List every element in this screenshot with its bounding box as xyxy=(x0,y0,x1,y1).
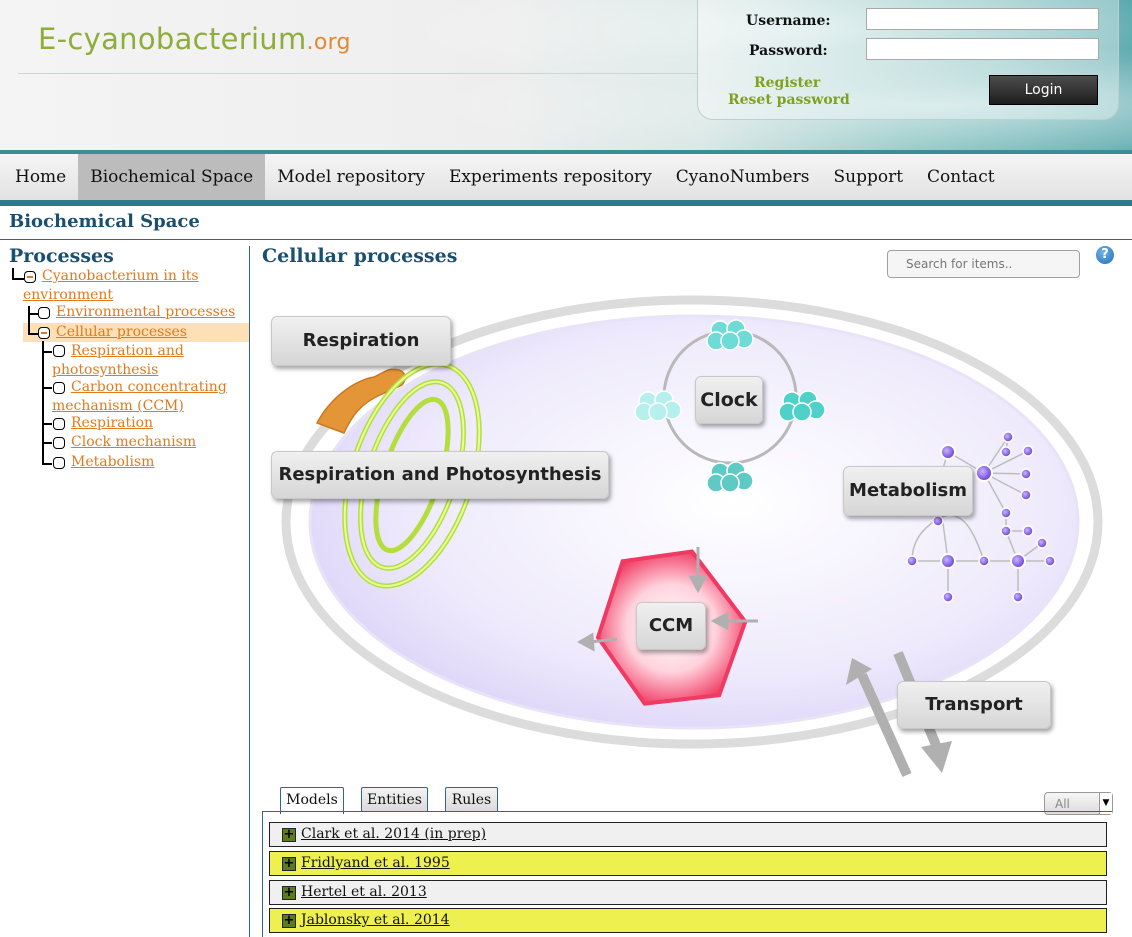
model-name[interactable]: Clark et al. 2014 (in prep) xyxy=(301,826,486,842)
diagram-label-respiration-photosynthesis[interactable]: Respiration and Photosynthesis xyxy=(271,451,609,499)
tab-rules[interactable]: Rules xyxy=(445,787,498,812)
tree-node-icon[interactable] xyxy=(53,345,65,357)
tab-entities[interactable]: Entities xyxy=(361,787,428,812)
help-icon[interactable]: ? xyxy=(1096,246,1114,264)
model-row[interactable]: + Jablonsky et al. 2014 xyxy=(269,908,1107,933)
tree-line xyxy=(42,463,52,465)
model-row[interactable]: + Fridlyand et al. 1995 xyxy=(269,851,1107,876)
register-link[interactable]: Register xyxy=(754,75,820,91)
expand-plus-icon[interactable]: + xyxy=(282,828,296,842)
logo-underline xyxy=(18,73,698,74)
expand-plus-icon[interactable]: + xyxy=(282,886,296,900)
tree-item-ccm[interactable]: Carbon concentrating xyxy=(71,378,227,397)
nav-biochemical-space[interactable]: Biochemical Space xyxy=(78,154,266,200)
search-input[interactable] xyxy=(887,250,1080,278)
tab-models[interactable]: Models xyxy=(280,787,344,814)
model-row[interactable]: + Hertel et al. 2013 xyxy=(269,880,1107,905)
title-divider xyxy=(0,239,1132,240)
filter-value: All xyxy=(1055,797,1070,811)
tree-item-clock-mechanism[interactable]: Clock mechanism xyxy=(71,433,196,452)
tree-line xyxy=(42,387,52,389)
logo-suffix: .org xyxy=(306,30,351,55)
nav-home[interactable]: Home xyxy=(0,154,78,200)
login-panel: Username: Password: Register Reset passw… xyxy=(697,0,1119,120)
tree-line xyxy=(42,423,52,425)
login-button[interactable]: Login xyxy=(989,75,1098,105)
diagram-label-respiration[interactable]: Respiration xyxy=(271,316,451,366)
model-name[interactable]: Jablonsky et al. 2014 xyxy=(301,912,450,928)
page-title: Biochemical Space xyxy=(9,211,200,232)
nav-contact[interactable]: Contact xyxy=(915,154,1007,200)
tree-node-icon[interactable] xyxy=(53,382,65,394)
nav-experiments-repository[interactable]: Experiments repository xyxy=(437,154,664,200)
reset-password-link[interactable]: Reset password xyxy=(728,92,850,108)
model-row[interactable]: + Clark et al. 2014 (in prep) xyxy=(269,822,1107,847)
site-logo[interactable]: E-cyanobacterium.org xyxy=(38,22,351,56)
diagram-label-ccm[interactable]: CCM xyxy=(636,602,706,650)
nav-support[interactable]: Support xyxy=(821,154,915,200)
tree-item-metabolism[interactable]: Metabolism xyxy=(71,453,154,472)
tree-line xyxy=(28,306,30,335)
username-input[interactable] xyxy=(866,8,1099,30)
username-label: Username: xyxy=(746,13,831,29)
diagram-label-metabolism[interactable]: Metabolism xyxy=(843,466,973,516)
model-name[interactable]: Hertel et al. 2013 xyxy=(301,884,427,900)
tree-line xyxy=(28,313,38,315)
tree-line xyxy=(28,333,38,335)
tree-line xyxy=(42,341,44,465)
tree-node-icon[interactable] xyxy=(53,418,65,430)
model-name[interactable]: Fridlyand et al. 1995 xyxy=(301,855,450,871)
cell-diagram: Respiration Respiration and Photosynthes… xyxy=(262,285,1132,785)
tree-item-cyanobacterium[interactable]: Cyanobacterium in its xyxy=(42,267,199,286)
tree-node-icon[interactable] xyxy=(53,457,65,469)
logo-main: E-cyanobacterium xyxy=(38,22,307,56)
tree-line xyxy=(12,278,24,280)
tree-collapse-icon[interactable] xyxy=(38,327,50,339)
site-header: E-cyanobacterium.org Username: Password:… xyxy=(0,0,1132,150)
tree-line xyxy=(42,442,52,444)
main-nav: Home Biochemical Space Model repository … xyxy=(0,150,1132,206)
tree-item-cellular-processes[interactable]: Cellular processes xyxy=(56,323,187,342)
tree-node-icon[interactable] xyxy=(53,437,65,449)
tree-node-icon[interactable] xyxy=(38,307,50,319)
diagram-label-transport[interactable]: Transport xyxy=(897,681,1051,729)
main-title: Cellular processes xyxy=(262,245,458,267)
tabs-panel-border xyxy=(262,811,263,937)
tree-item-respiration-photosynthesis[interactable]: Respiration and xyxy=(71,342,184,361)
tree-item-environmental-processes[interactable]: Environmental processes xyxy=(56,303,235,322)
tree-collapse-icon[interactable] xyxy=(24,271,36,283)
tree-line xyxy=(42,351,52,353)
tree-item-respiration[interactable]: Respiration xyxy=(71,414,153,433)
sidebar-title: Processes xyxy=(9,245,114,267)
tabs-divider xyxy=(262,811,1112,812)
nav-cyanonumbers[interactable]: CyanoNumbers xyxy=(664,154,822,200)
expand-plus-icon[interactable]: + xyxy=(282,914,296,928)
nav-model-repository[interactable]: Model repository xyxy=(265,154,437,200)
sidebar-divider xyxy=(249,246,250,937)
password-label: Password: xyxy=(749,43,828,59)
expand-plus-icon[interactable]: + xyxy=(282,857,296,871)
diagram-label-clock[interactable]: Clock xyxy=(695,376,763,424)
password-input[interactable] xyxy=(866,38,1099,60)
